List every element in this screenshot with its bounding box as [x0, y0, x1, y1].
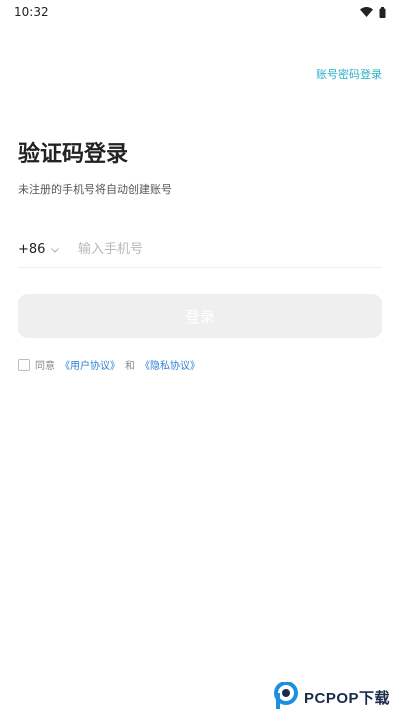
status-bar: 10:32 [0, 0, 400, 24]
watermark: PCPOP下载 [273, 681, 390, 714]
watermark-text-group: PCPOP下载 [304, 691, 390, 706]
country-code-value: +86 [18, 242, 46, 257]
pcpop-logo-icon [273, 681, 300, 714]
agreement-checkbox[interactable] [18, 358, 30, 371]
battery-icon [379, 6, 386, 18]
wifi-icon [360, 7, 373, 17]
agreement-row: 同意 《用户协议》 和 《隐私协议》 [18, 357, 200, 372]
page-title: 验证码登录 [18, 142, 129, 167]
password-login-link[interactable]: 账号密码登录 [316, 66, 382, 82]
login-screen: 10:32 账号密码登录 验证码登录 未注册的手机号将自动创建账号 +86 输入… [0, 0, 400, 720]
watermark-text: PCPOP下载 [303, 689, 390, 707]
agreement-prefix: 同意 [35, 361, 55, 372]
user-agreement-link[interactable]: 《用户协议》 [60, 357, 120, 372]
phone-row: +86 [18, 232, 382, 268]
country-code-selector[interactable]: +86 [18, 242, 78, 257]
status-icons [360, 6, 386, 18]
agreement-connector: 和 [125, 361, 135, 372]
login-button[interactable]: 登录 [18, 294, 382, 338]
chevron-down-icon [51, 242, 60, 257]
status-time: 10:32 [14, 5, 49, 19]
page-subtitle: 未注册的手机号将自动创建账号 [18, 183, 172, 196]
phone-number-input[interactable] [78, 242, 382, 257]
privacy-policy-link[interactable]: 《隐私协议》 [140, 357, 200, 372]
